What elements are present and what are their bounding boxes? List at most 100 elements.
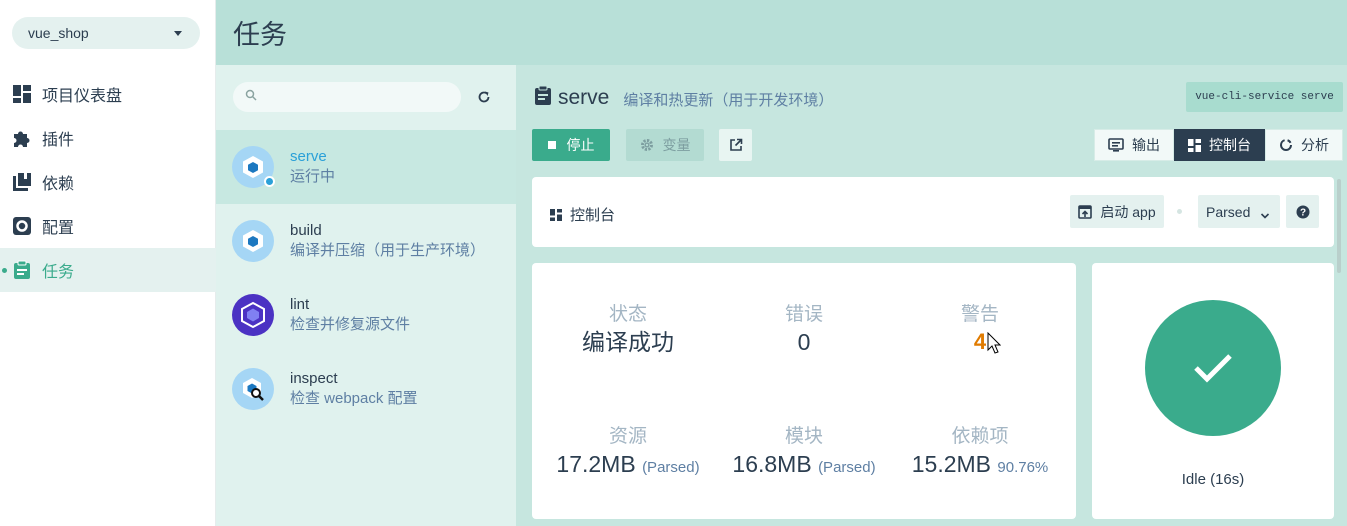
task-description: 检查并修复源文件 [290,316,411,333]
stat-value: 15.2MB [911,451,991,477]
launch-app-button[interactable]: 启动 app [1070,195,1164,228]
tab-label: 分析 [1301,137,1329,153]
task-description: 运行中 [290,168,336,185]
stop-button[interactable]: 停止 [532,129,610,161]
task-description: 编译并压缩（用于生产环境） [290,242,486,259]
dashboard-title: 控制台 [550,204,615,225]
tab-analyze[interactable]: 分析 [1265,129,1343,161]
stop-icon [547,141,556,149]
sidebar: vue_shop 项目仪表盘 插件 依赖 配置 任务 [0,0,216,526]
sidebar-item-plugins[interactable]: 插件 [0,116,216,160]
task-item-lint[interactable]: lint 检查并修复源文件 [216,278,516,352]
launch-label: 启动 app [1100,203,1156,220]
build-stats-card: 状态 编译成功 错误 0 警告 4 资源 17.2MB (Parsed) 模块 … [532,263,1076,519]
gear-icon [12,216,32,236]
sidebar-item-tasks[interactable]: 任务 [0,248,216,292]
stat-label: 资源 [608,426,647,447]
tab-output[interactable]: 输出 [1094,129,1174,161]
dashboard-toolbar: 控制台 启动 app Parsed ? [532,177,1334,247]
sidebar-item-label: 项目仪表盘 [42,88,123,105]
dashboard-icon [12,84,32,104]
search-box[interactable] [233,82,461,112]
stat-label: 警告 [960,304,999,325]
refresh-icon[interactable] [474,87,494,107]
size-mode-value: Parsed [1206,203,1251,220]
stat-warnings: 警告 4 [890,303,1070,357]
dashboard-icon [550,208,562,221]
stat-value: 编译成功 [582,329,674,355]
project-selector[interactable]: vue_shop [12,17,200,49]
tab-console[interactable]: 控制台 [1174,129,1265,161]
stat-percent: 90.76% [997,459,1049,476]
stat-modules: 模块 16.8MB (Parsed) [704,425,904,483]
open-in-new-icon [729,138,743,152]
open-in-browser-icon [1078,204,1093,219]
variables-button[interactable]: 变量 [626,129,704,161]
task-subtitle: 编译和热更新（用于开发环境） [623,92,834,109]
clipboard-icon [12,260,32,280]
task-detail: serve 编译和热更新（用于开发环境） vue-cli-service ser… [516,65,1347,526]
svg-text:?: ? [1299,207,1305,218]
tab-label: 控制台 [1209,137,1251,153]
stat-value: 16.8MB [732,451,812,477]
task-item-build[interactable]: build 编译并压缩（用于生产环境） [216,204,516,278]
stat-value: 0 [797,329,811,355]
task-title: serve [558,85,610,109]
donut-icon [1279,138,1293,152]
variables-label: 变量 [662,137,691,153]
stat-assets: 资源 17.2MB (Parsed) [528,425,728,483]
gear-icon [640,138,654,152]
task-name: build [290,222,322,239]
search-input[interactable] [263,89,453,105]
webpack-icon [232,220,274,262]
clipboard-icon [534,85,552,110]
stat-label: 状态 [608,304,647,325]
puzzle-icon [12,128,32,148]
task-item-inspect[interactable]: inspect 检查 webpack 配置 [216,352,516,426]
scrollbar[interactable] [1337,179,1341,273]
stat-unit: (Parsed) [818,459,876,476]
help-button[interactable]: ? [1286,195,1319,228]
stat-status: 状态 编译成功 [538,303,718,357]
stat-label: 模块 [784,426,823,447]
open-in-new-button[interactable] [719,129,752,161]
eslint-icon [232,294,274,336]
webpack-icon [232,146,275,188]
stop-label: 停止 [566,137,595,153]
idle-status: Idle (16s) [1181,471,1245,488]
task-name: serve [290,148,327,165]
help-icon: ? [1296,205,1310,219]
task-item-serve[interactable]: serve 运行中 [216,130,516,204]
terminal-icon [1108,138,1124,152]
task-list-panel: serve 运行中 build 编译并压缩（用于生产环境） lint 检查并修复… [216,65,516,526]
sidebar-item-label: 配置 [42,220,75,237]
running-status-dot [264,176,275,187]
stat-dependencies: 依赖项 15.2MB 90.76% [880,425,1080,483]
view-tabs: 输出 控制台 分析 [1094,129,1343,161]
sidebar-item-config[interactable]: 配置 [0,204,216,248]
sidebar-item-dependencies[interactable]: 依赖 [0,160,216,204]
mouse-cursor-icon [987,331,1002,359]
library-icon [12,172,32,192]
page-header: 任务 [216,0,1347,65]
stat-errors: 错误 0 [714,303,894,357]
dashboard-title-text: 控制台 [570,207,616,224]
sidebar-item-label: 插件 [42,132,75,149]
stat-label: 依赖项 [951,426,1009,447]
task-name: inspect [290,370,338,387]
stat-value: 4 [973,329,987,354]
task-header: serve 编译和热更新（用于开发环境） [534,85,833,110]
stat-label: 错误 [784,304,823,325]
webpack-inspect-icon [232,368,274,410]
command-badge: vue-cli-service serve [1186,82,1343,112]
task-name: lint [290,296,310,313]
dashboard-icon [1188,138,1201,152]
stat-unit: (Parsed) [642,459,700,476]
success-check-icon [1145,300,1281,436]
separator [1177,209,1182,214]
stat-value: 17.2MB [556,451,636,477]
size-mode-select[interactable]: Parsed [1198,195,1280,228]
sidebar-item-dashboard[interactable]: 项目仪表盘 [0,72,216,116]
chevron-down-icon [1260,207,1270,223]
status-card: Idle (16s) [1092,263,1334,519]
